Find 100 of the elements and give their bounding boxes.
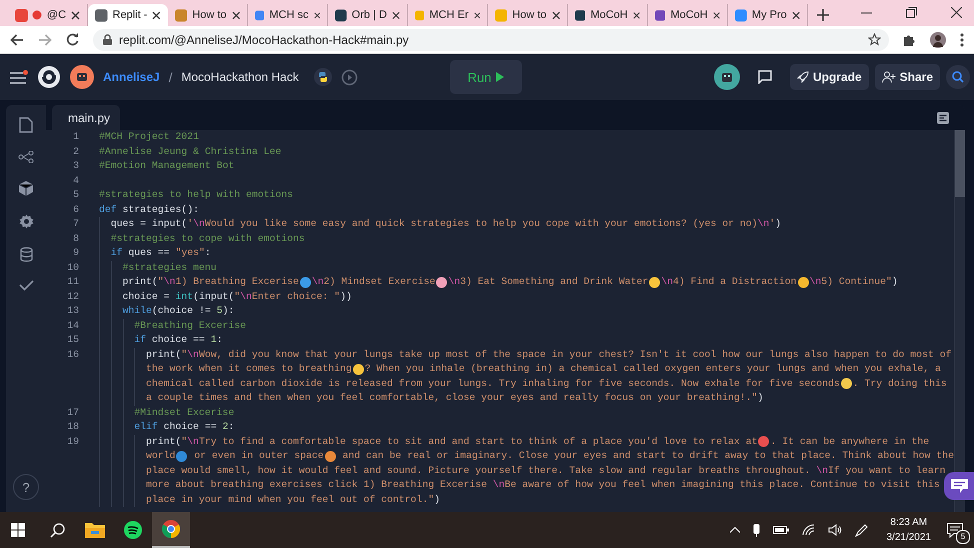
logo-icon[interactable] xyxy=(37,65,61,89)
search-icon[interactable] xyxy=(946,65,970,89)
code-text: #strategies menu xyxy=(122,260,217,274)
close-icon[interactable] xyxy=(792,10,800,20)
user-link[interactable]: AnneliseJ xyxy=(103,70,160,84)
database-icon[interactable] xyxy=(20,247,32,262)
rocket-icon xyxy=(796,71,809,83)
star-icon[interactable] xyxy=(868,33,881,46)
code-text: \n3) Eat Something and Drink Water xyxy=(448,275,648,289)
message-icon xyxy=(947,522,963,538)
profile-avatar[interactable] xyxy=(930,32,946,48)
cube-icon[interactable] xyxy=(19,181,33,196)
restore-icon[interactable] xyxy=(906,7,917,18)
code-text: print("\nTry to find a comfortable space to sit and and start to think of a place you'd love to relax at xyxy=(146,434,758,448)
code-text: #MCH Project 2021 xyxy=(99,130,199,144)
line-number: 14 xyxy=(67,320,79,330)
windows-icon[interactable] xyxy=(11,523,25,537)
close-icon[interactable] xyxy=(552,10,560,20)
close-icon[interactable] xyxy=(71,10,80,20)
chrome-icon xyxy=(162,520,180,538)
battery-icon[interactable] xyxy=(772,525,788,535)
code-text: #Emotion Management Bot xyxy=(99,159,234,173)
puzzle-icon[interactable] xyxy=(903,33,916,46)
code-text: world xyxy=(146,449,176,463)
code-text: if ques == "yes": xyxy=(110,246,211,260)
upgrade-button[interactable]: Upgrade xyxy=(790,64,869,90)
browser-tab[interactable]: Replit - xyxy=(88,4,168,26)
code-text: #Annelise Jeung & Christina Lee xyxy=(99,144,282,158)
caret-up-icon[interactable] xyxy=(730,527,740,533)
code-text: #Breathing Excerise xyxy=(134,318,246,332)
menu-icon[interactable] xyxy=(10,70,28,84)
new-tab-icon[interactable] xyxy=(817,9,829,21)
line-number: 10 xyxy=(67,262,79,272)
code-text: if choice == 1: xyxy=(134,333,222,347)
code-text: more about breathing exercises click 1) Breathing Excerise \nBe aware of how you feel when imagining this place. Continue to visit this xyxy=(146,478,940,492)
folder-icon xyxy=(85,522,105,538)
pen-icon[interactable] xyxy=(854,524,868,536)
code-text: ? When you inhale (breathing in) a chemical called oxygen enters your lungs and when you exhale, a xyxy=(364,362,941,376)
close-icon[interactable] xyxy=(632,10,640,20)
code-text: print("\n1) Breathing Excerise xyxy=(122,275,299,289)
check-icon[interactable] xyxy=(18,280,34,291)
line-number: 16 xyxy=(67,348,79,360)
line-number: 2 xyxy=(73,146,79,156)
close-icon[interactable] xyxy=(314,10,320,20)
close-icon[interactable] xyxy=(152,10,161,20)
message-icon xyxy=(950,479,968,493)
share-button[interactable]: Share xyxy=(874,64,940,90)
code-text: \n2) Mindset Exercise xyxy=(312,275,436,289)
back-icon[interactable] xyxy=(10,34,24,46)
chat-icon[interactable] xyxy=(758,70,772,84)
avatar-icon[interactable] xyxy=(714,64,740,90)
code-text: elif choice == 2: xyxy=(134,420,234,434)
line-number: 19 xyxy=(67,436,79,446)
share-nodes-icon[interactable] xyxy=(18,151,34,163)
line-number: 3 xyxy=(73,160,79,171)
file-icon[interactable] xyxy=(19,117,33,133)
code-text: and can be real or imaginary. Close your eyes and start to drift away to that place. Think about how the xyxy=(342,449,954,463)
chat-button[interactable] xyxy=(944,472,974,500)
clock-date[interactable]: 3/21/2021 xyxy=(886,530,931,545)
reload-icon[interactable] xyxy=(66,33,79,46)
microphone-icon[interactable] xyxy=(752,524,760,536)
line-number: 15 xyxy=(67,334,79,345)
path-separator: / xyxy=(168,70,172,84)
close-icon[interactable] xyxy=(232,10,240,20)
code-text: print("\nWow, did you know that your lungs take up most of the space in your chest? Isn't it cool how our lungs also happen to do most of xyxy=(146,348,952,362)
menu-icon[interactable] xyxy=(960,32,964,46)
code-text: def strategies(): xyxy=(99,202,199,216)
minimize-icon[interactable] xyxy=(861,12,872,14)
wifi-icon[interactable] xyxy=(802,524,814,536)
scrollbar[interactable] xyxy=(954,130,965,512)
line-number: 17 xyxy=(67,406,79,418)
code-text: \n5) Continue") xyxy=(810,275,898,289)
volume-icon[interactable] xyxy=(828,524,842,536)
clock-time[interactable]: 8:23 AM xyxy=(890,515,928,530)
code-text: a couple times and then when you feel comfortable, close your eyes and really focus on your breathing!.") xyxy=(146,391,764,405)
address-bar[interactable]: replit.com/@AnneliseJ/MocoHackathon-Hack#main.py xyxy=(93,28,889,50)
notification-count: 5 xyxy=(956,530,970,544)
code-text: place in your mind when you feel out of control.") xyxy=(146,492,440,506)
add-person-icon xyxy=(882,71,896,83)
help-button[interactable]: ? xyxy=(13,474,39,500)
lock-icon xyxy=(103,34,112,45)
code-text: #Mindset Excerise xyxy=(134,406,234,420)
line-number: 11 xyxy=(67,276,79,287)
line-number: 8 xyxy=(73,232,79,244)
run-button[interactable]: Run xyxy=(450,60,522,94)
repl-title[interactable]: MocoHackathon Hack xyxy=(181,70,299,84)
search-icon xyxy=(50,522,64,538)
avatar-icon[interactable] xyxy=(70,65,94,89)
code-text: chemical called carbon dioxide is released from your lungs. Try inhaling for five seconds. Now exhale for five seconds xyxy=(146,376,840,390)
settings-icon[interactable] xyxy=(18,214,34,229)
close-icon[interactable] xyxy=(712,10,720,20)
line-number: 4 xyxy=(73,174,79,186)
line-number: 13 xyxy=(67,305,79,316)
code-text: \n4) Find a Distraction xyxy=(661,275,797,289)
close-icon[interactable] xyxy=(474,10,480,20)
file-tab[interactable]: main.py xyxy=(52,105,120,130)
format-icon[interactable] xyxy=(937,112,949,124)
close-icon[interactable] xyxy=(951,7,962,18)
line-number: 5 xyxy=(73,189,79,200)
close-icon[interactable] xyxy=(392,10,400,20)
